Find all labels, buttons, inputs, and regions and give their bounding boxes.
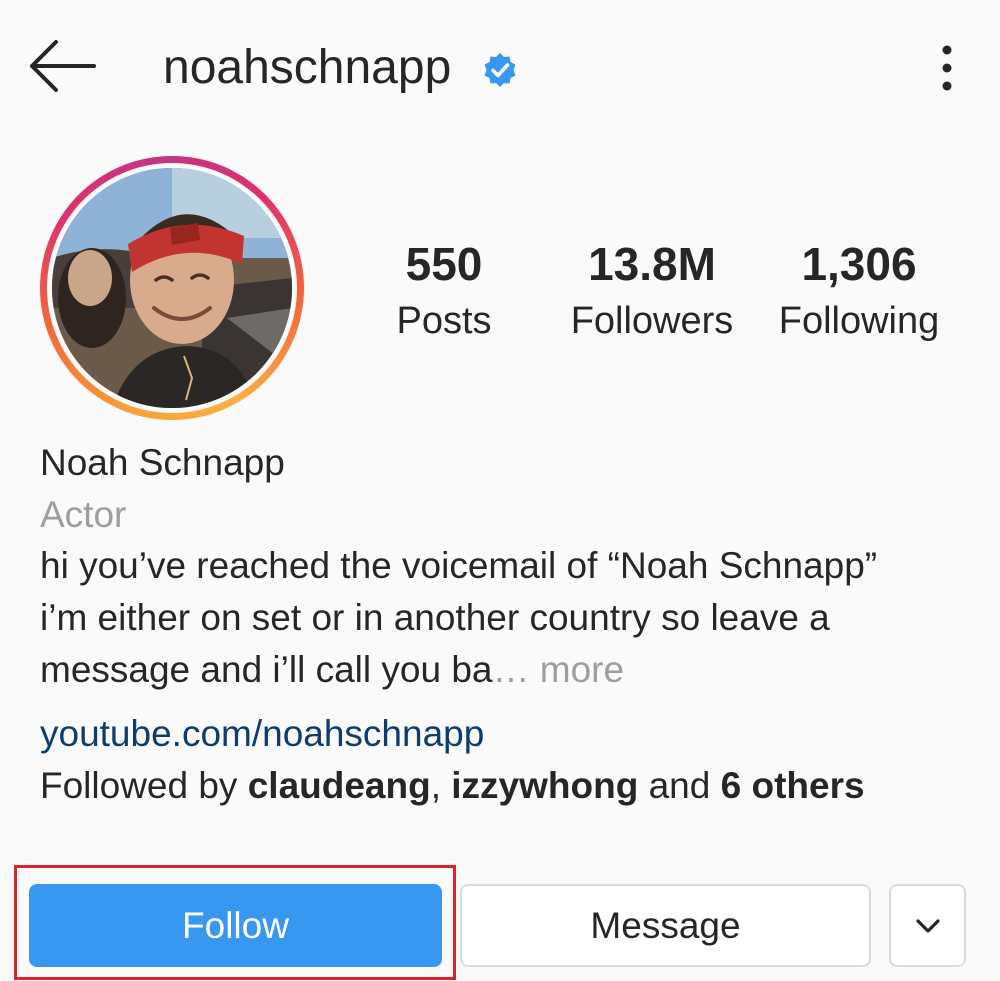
bio-line: i’m either on set or in another country …	[40, 592, 960, 644]
bio-line-text: i’m either on set or in another country …	[40, 597, 830, 638]
followed-by-separator: ,	[430, 765, 452, 806]
full-name: Noah Schnapp	[40, 442, 285, 483]
username-title: noahschnapp	[163, 41, 452, 94]
followed-by-user-link[interactable]: izzywhong	[451, 765, 638, 806]
followed-by-others-link[interactable]: 6 others	[721, 765, 865, 806]
followed-by-user-link[interactable]: claudeang	[248, 765, 431, 806]
following-count[interactable]: 1,306 Following	[770, 236, 948, 350]
category-label: Actor	[40, 494, 127, 535]
avatar[interactable]	[52, 168, 292, 408]
verified-badge-icon	[484, 53, 516, 87]
following-value: 1,306	[801, 238, 917, 290]
more-options-button[interactable]	[926, 36, 970, 96]
story-ring[interactable]	[40, 156, 304, 420]
profile-page: noahschnapp 550 Posts 13.8M Followers 1,…	[0, 0, 1000, 981]
followed-by: Followed by claudeang, izzywhong and 6 o…	[40, 762, 865, 810]
more-vertical-icon	[942, 45, 952, 91]
posts-value: 550	[405, 238, 483, 290]
posts-count[interactable]: 550 Posts	[384, 236, 504, 350]
followers-count[interactable]: 13.8M Followers	[562, 236, 742, 350]
chevron-down-icon	[916, 919, 940, 933]
bio-line: hi you’ve reached the voicemail of “Noah…	[40, 545, 878, 586]
followers-value: 13.8M	[588, 238, 716, 290]
posts-label: Posts	[396, 300, 492, 342]
followed-by-prefix: Followed by	[40, 765, 248, 806]
bio-ellipsis: …	[492, 649, 540, 690]
suggested-accounts-dropdown-button[interactable]	[889, 884, 966, 967]
bio-more-link[interactable]: more	[540, 649, 624, 690]
follow-button[interactable]: Follow	[29, 884, 442, 967]
arrow-left-icon	[30, 40, 96, 92]
message-button[interactable]: Message	[460, 884, 871, 967]
bio-line-text: message and i’ll call you ba	[40, 649, 493, 690]
bio-text: hi you’ve reached the voicemail of “Noah…	[40, 540, 960, 696]
followed-by-conjunction: and	[638, 765, 721, 806]
following-label: Following	[778, 300, 940, 342]
followers-label: Followers	[570, 300, 734, 342]
bio-line: message and i’ll call you ba… more	[40, 644, 960, 696]
back-button[interactable]	[24, 36, 98, 96]
profile-photo	[52, 168, 292, 408]
website-link[interactable]: youtube.com/noahschnapp	[40, 710, 484, 758]
